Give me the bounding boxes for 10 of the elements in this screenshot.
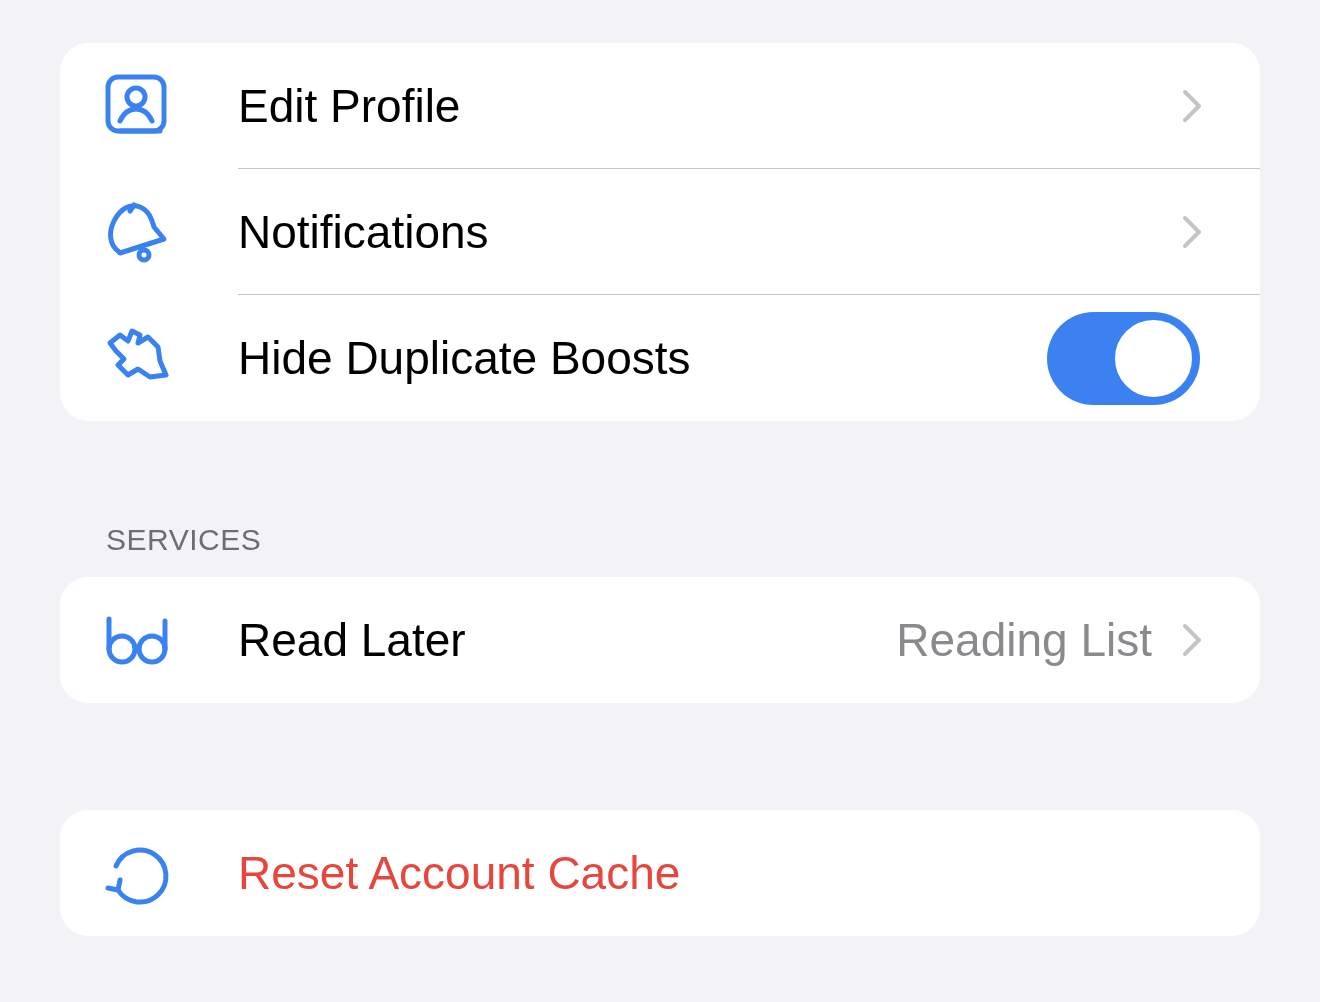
chevron-icon xyxy=(1182,88,1202,123)
section-header: SERVICES xyxy=(105,523,263,558)
value-text: Reading List xyxy=(896,613,1152,667)
row-label[interactable]: Read Later xyxy=(238,613,897,667)
row-label[interactable]: Reset Account Cache xyxy=(238,846,1202,900)
chevron-icon xyxy=(1182,214,1202,249)
chevron-icon xyxy=(1182,623,1202,657)
row-label[interactable]: Notifications xyxy=(238,204,1182,259)
row-label[interactable]: Edit Profile xyxy=(238,78,1182,133)
row-label[interactable]: Hide Duplicate Boosts xyxy=(238,331,1047,385)
